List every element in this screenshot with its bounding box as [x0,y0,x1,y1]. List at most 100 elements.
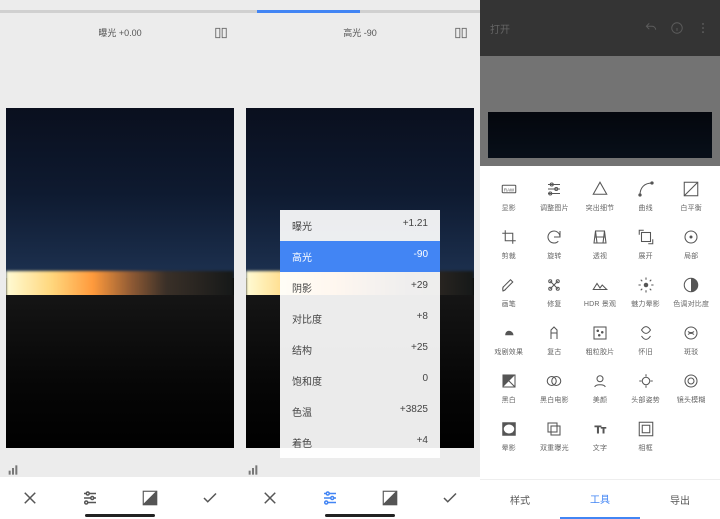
compare-icon[interactable] [214,26,228,40]
grainy-icon [591,324,609,342]
tool-lensblur[interactable]: 镜头模糊 [668,372,714,420]
tool-vignette[interactable]: 晕影 [486,420,532,468]
tab-tools[interactable]: 工具 [560,480,640,519]
param-row[interactable]: 高光-90 [280,241,440,272]
tonal-icon [682,276,700,294]
tool-raw[interactable]: RAW显影 [486,180,532,228]
tool-grid: RAW显影调整图片突出细节曲线 白平衡剪裁 旋转透视 展开 局部画笔 修复 HDR 景观魅力… [480,166,720,468]
sliders-icon[interactable] [321,489,339,507]
home-indicator [85,514,155,517]
tool-perspective[interactable]: 透视 [577,228,623,276]
glamour-icon [637,276,655,294]
tool-healing[interactable]: 修复 [532,276,578,324]
check-icon[interactable] [441,489,459,507]
tab-styles[interactable]: 样式 [480,480,560,519]
tool-retrolux[interactable]: 怀旧 [623,324,669,372]
tool-wb[interactable]: 白平衡 [668,180,714,228]
param-row[interactable]: 色温+3825 [280,396,440,427]
param-row[interactable]: 阴影+29 [280,272,440,303]
selective-icon [682,228,700,246]
param-row[interactable]: 饱和度0 [280,365,440,396]
tool-label: 粗粒胶片 [586,347,615,357]
photo-preview[interactable] [6,108,234,448]
tool-label: 黑白 [502,395,516,405]
svg-text:Tт: Tт [595,424,606,436]
param-row[interactable]: 着色+4 [280,427,440,458]
tool-curves[interactable]: 曲线 [623,180,669,228]
wb-icon [682,180,700,198]
tune-icon [545,180,563,198]
tools-sheet: RAW显影调整图片突出细节曲线 白平衡剪裁 旋转透视 展开 局部画笔 修复 HDR 景观魅力… [480,166,720,519]
healing-icon [545,276,563,294]
tool-frames[interactable]: 相框 [623,420,669,468]
dblexp-icon [545,420,563,438]
histogram-icon[interactable] [8,463,24,475]
tool-hdr[interactable]: HDR 景观 [577,276,623,324]
tool-label: 画笔 [502,299,516,309]
details-icon [591,180,609,198]
tool-tune[interactable]: 调整图片 [532,180,578,228]
tool-tonal[interactable]: 色调对比度 [668,276,714,324]
tool-label: 怀旧 [638,347,652,357]
tool-headpose[interactable]: 头部姿势 [623,372,669,420]
parameter-menu[interactable]: 曝光+1.21 高光-90 阴影+29 对比度+8 结构+25 饱和度0 色温+… [280,210,440,458]
tool-rotate[interactable]: 旋转 [532,228,578,276]
close-icon[interactable] [261,489,279,507]
headpose-icon [637,372,655,390]
tool-label: 复古 [547,347,561,357]
tool-noir[interactable]: 黑白电影 [532,372,578,420]
compare-icon[interactable] [454,26,468,40]
tool-label: 双重曝光 [540,443,569,453]
tool-label: 剪裁 [502,251,516,261]
tool-label: 展开 [638,251,652,261]
tool-portrait[interactable]: 美颜 [577,372,623,420]
perspective-icon [591,228,609,246]
histogram-icon[interactable] [248,463,264,475]
tool-expand[interactable]: 展开 [623,228,669,276]
expand-icon [637,228,655,246]
tool-label: 晕影 [502,443,516,453]
photo-thumb [488,112,712,158]
tool-drama[interactable]: 戏剧效果 [486,324,532,372]
tool-label: 白平衡 [680,203,702,213]
tool-bw[interactable]: 黑白 [486,372,532,420]
tool-label: HDR 景观 [584,299,616,309]
bottom-toolbar [240,477,480,519]
noir-icon [545,372,563,390]
slider-track[interactable] [0,10,240,13]
slider-label: 高光 -90 [240,26,480,39]
sliders-icon[interactable] [81,489,99,507]
rotate-icon [545,228,563,246]
portrait-icon [591,372,609,390]
vignette-icon [500,420,518,438]
exposure-icon[interactable] [381,489,399,507]
param-row[interactable]: 对比度+8 [280,303,440,334]
tool-vintage[interactable]: 复古 [532,324,578,372]
tool-label: 相框 [638,443,652,453]
slider-area: 高光 -90 [240,0,480,52]
raw-icon: RAW [500,180,518,198]
check-icon[interactable] [201,489,219,507]
tool-crop[interactable]: 剪裁 [486,228,532,276]
edit-panel-exposure: 曝光 +0.00 [0,0,240,519]
tool-glamour[interactable]: 魅力晕影 [623,276,669,324]
tool-label: 色调对比度 [673,299,709,309]
tool-selective[interactable]: 局部 [668,228,714,276]
param-row[interactable]: 曝光+1.21 [280,210,440,241]
tool-grunge[interactable]: 斑驳 [668,324,714,372]
tool-brush[interactable]: 画笔 [486,276,532,324]
tool-label: 调整图片 [540,203,569,213]
frames-icon [637,420,655,438]
tool-text[interactable]: Tт文字 [577,420,623,468]
tool-grainy[interactable]: 粗粒胶片 [577,324,623,372]
retrolux-icon [637,324,655,342]
tool-dblexp[interactable]: 双重曝光 [532,420,578,468]
svg-text:RAW: RAW [504,187,515,192]
text-icon: Tт [591,420,609,438]
exposure-icon[interactable] [141,489,159,507]
param-row[interactable]: 结构+25 [280,334,440,365]
close-icon[interactable] [21,489,39,507]
tab-export[interactable]: 导出 [640,480,720,519]
slider-fill [257,10,360,13]
tool-details[interactable]: 突出细节 [577,180,623,228]
